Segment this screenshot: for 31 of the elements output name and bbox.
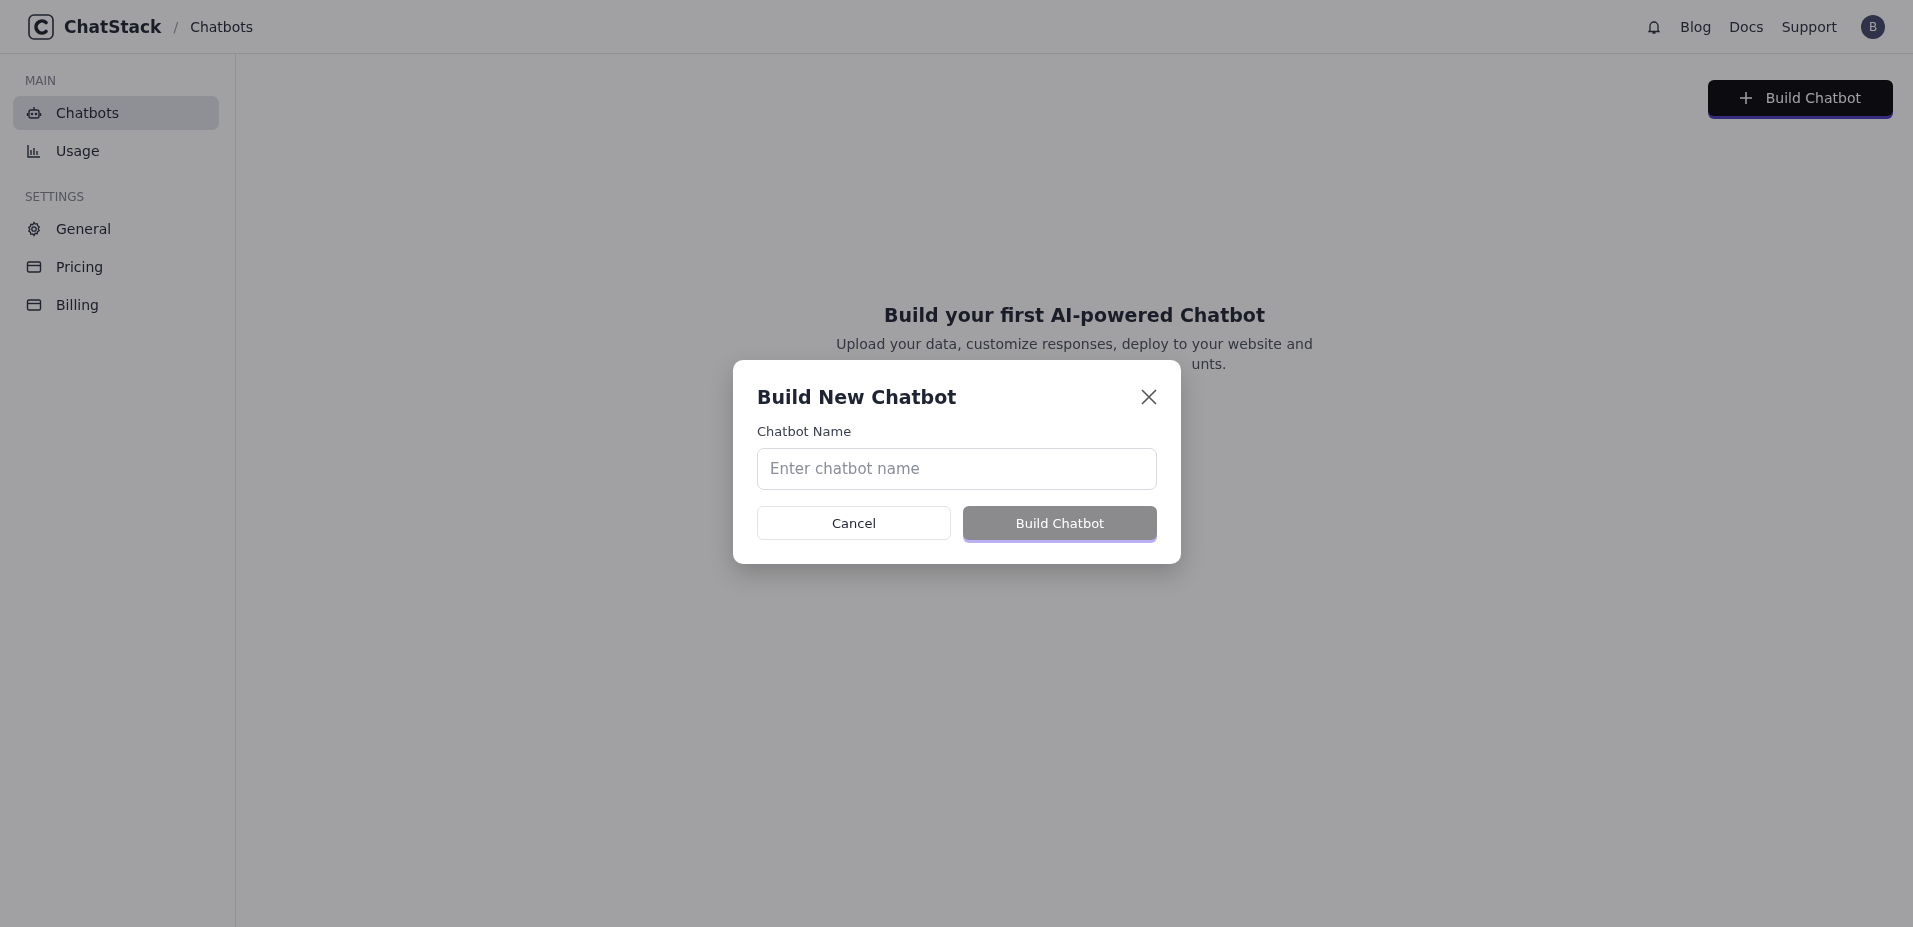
- close-icon[interactable]: [1141, 389, 1157, 405]
- credit-card-icon: [26, 259, 42, 275]
- bar-chart-icon: [26, 143, 42, 159]
- sidebar-item[interactable]: Chatbots: [13, 96, 219, 130]
- sidebar-item[interactable]: Pricing: [13, 250, 219, 284]
- avatar[interactable]: B: [1861, 14, 1885, 39]
- plus-icon: [1739, 92, 1752, 104]
- empty-state-text: Upload your data, customize responses, deploy to your website and: [835, 335, 1314, 354]
- section-label: SETTINGS: [25, 190, 86, 204]
- sidebar-item[interactable]: General: [13, 212, 219, 246]
- nav-link[interactable]: Docs: [1729, 18, 1764, 35]
- settings-icon: [26, 221, 42, 237]
- nav-link[interactable]: Blog: [1680, 18, 1712, 35]
- chatbot-name-field[interactable]: Enter chatbot name: [757, 448, 1157, 490]
- brand-name[interactable]: ChatStack: [64, 16, 162, 37]
- breadcrumb-separator: /: [173, 18, 179, 35]
- bell-icon[interactable]: [1646, 18, 1663, 35]
- field-label: Chatbot Name: [757, 424, 853, 439]
- empty-state-title: Build your first AI-powered Chatbot: [884, 304, 1265, 326]
- dialog-title: Build New Chatbot: [757, 386, 957, 408]
- logo-icon[interactable]: [28, 13, 54, 40]
- empty-state-text: unts.: [1190, 355, 1228, 374]
- build-chatbot-button[interactable]: Build Chatbot: [1707, 80, 1893, 116]
- cancel-button[interactable]: Cancel: [757, 506, 951, 540]
- sidebar-item[interactable]: Usage: [13, 134, 219, 168]
- credit-card-icon: [26, 297, 42, 313]
- robot-icon: [26, 105, 42, 121]
- breadcrumb: Chatbots: [190, 18, 254, 35]
- sidebar-item[interactable]: Billing: [13, 288, 219, 322]
- nav-link[interactable]: Support: [1781, 18, 1837, 35]
- section-label: MAIN: [25, 74, 58, 88]
